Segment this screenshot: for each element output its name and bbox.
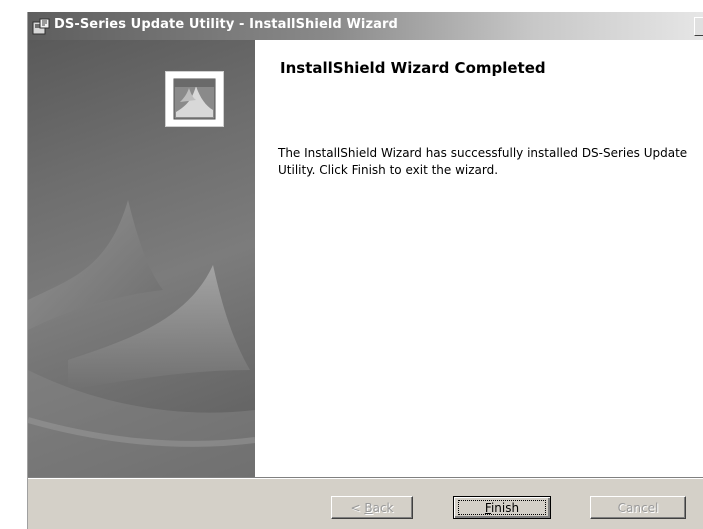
installshield-wizard-window: DS-Series Update Utility - InstallShield… <box>27 12 703 529</box>
back-label-prefix: < <box>350 501 365 515</box>
page-title: InstallShield Wizard Completed <box>280 59 546 77</box>
wizard-content: InstallShield Wizard Completed The Insta… <box>255 40 703 477</box>
cancel-button[interactable]: Cancel <box>590 496 686 519</box>
finish-label-suffix: inish <box>490 501 520 515</box>
completion-message: The InstallShield Wizard has successfull… <box>278 146 688 177</box>
wizard-side-banner <box>28 40 255 477</box>
installshield-logo <box>165 71 224 127</box>
finish-button[interactable]: Finish <box>453 496 551 519</box>
focus-rectangle: Finish <box>458 500 546 515</box>
button-bar: < Back Finish Cancel <box>28 479 703 529</box>
installer-icon <box>32 18 50 35</box>
back-button[interactable]: < Back <box>331 496 413 519</box>
window-title: DS-Series Update Utility - InstallShield… <box>54 17 398 32</box>
back-label-suffix: ack <box>372 501 394 515</box>
back-label-accel: B <box>364 501 373 515</box>
close-button[interactable] <box>694 17 703 36</box>
title-bar[interactable]: DS-Series Update Utility - InstallShield… <box>28 12 703 40</box>
